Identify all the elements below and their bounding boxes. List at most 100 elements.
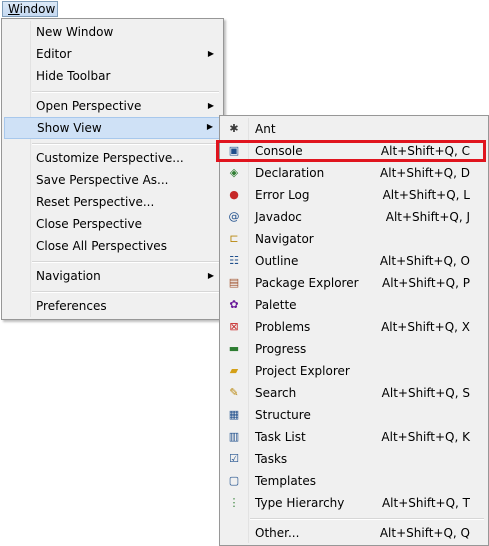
view-item-label: Palette [255,298,297,312]
menu-item-label: Editor [36,47,72,61]
view-item-package-explorer[interactable]: ▤ Package Explorer Alt+Shift+Q, P [222,272,486,294]
outline-icon: ☷ [229,254,239,267]
type-hierarchy-icon: ⋮ [228,496,240,509]
view-item-shortcut: Alt+Shift+Q, J [385,210,470,224]
view-item-shortcut: Alt+Shift+Q, D [380,166,470,180]
menu-item-label: Customize Perspective... [36,151,184,165]
view-item-other[interactable]: Other... Alt+Shift+Q, Q [222,522,486,544]
view-item-label: Declaration [255,166,325,180]
view-item-label: Navigator [255,232,314,246]
view-item-shortcut: Alt+Shift+Q, O [379,254,470,268]
view-item-label: Other... [255,526,300,540]
menu-separator [32,143,219,145]
search-icon: ✎ [229,386,239,399]
submenu-arrow-icon: ▶ [207,101,214,110]
progress-icon: ▬ [228,342,240,355]
menu-item-editor[interactable]: Editor ▶ [4,43,221,65]
error-log-icon: ● [229,188,239,201]
menu-item-reset-perspective[interactable]: Reset Perspective... [4,191,221,213]
view-item-outline[interactable]: ☷ Outline Alt+Shift+Q, O [222,250,486,272]
view-item-ant[interactable]: ✱ Ant [222,118,486,140]
menu-item-close-all-perspectives[interactable]: Close All Perspectives [4,235,221,257]
menu-item-customize-perspective[interactable]: Customize Perspective... [4,147,221,169]
menu-item-label: Navigation [36,269,101,283]
view-item-label: Error Log [255,188,310,202]
view-item-label: Task List [255,430,306,444]
view-item-progress[interactable]: ▬ Progress [222,338,486,360]
console-highlight-box [216,140,486,162]
structure-icon: ▦ [228,408,240,421]
menu-item-label: New Window [36,25,114,39]
problems-icon: ⊠ [229,320,239,333]
view-item-label: Ant [255,122,276,136]
window-menu-label: indow [19,2,56,16]
view-item-error-log[interactable]: ● Error Log Alt+Shift+Q, L [222,184,486,206]
menu-item-save-perspective-as[interactable]: Save Perspective As... [4,169,221,191]
show-view-submenu: ✱ Ant ▣ Console Alt+Shift+Q, C ◈ Declara… [219,115,489,546]
window-menu-mnemonic: W [8,2,20,16]
menu-item-label: Save Perspective As... [36,173,169,187]
menu-separator [32,91,219,93]
view-item-shortcut: Alt+Shift+Q, K [381,430,470,444]
view-item-label: Project Explorer [255,364,350,378]
menu-separator [32,291,219,293]
declaration-icon: ◈ [229,166,239,179]
view-item-label: Structure [255,408,311,422]
submenu-arrow-icon: ▶ [206,122,213,131]
view-item-label: Templates [255,474,317,488]
tasks-icon: ☑ [229,452,239,465]
view-item-structure[interactable]: ▦ Structure [222,404,486,426]
view-item-shortcut: Alt+Shift+Q, S [381,386,470,400]
view-item-label: Type Hierarchy [255,496,345,510]
view-item-shortcut: Alt+Shift+Q, P [382,276,470,290]
view-item-project-explorer[interactable]: ▰ Project Explorer [222,360,486,382]
menu-item-label: Reset Perspective... [36,195,155,209]
view-item-javadoc[interactable]: @ Javadoc Alt+Shift+Q, J [222,206,486,228]
menu-item-open-perspective[interactable]: Open Perspective ▶ [4,95,221,117]
menu-item-label: Hide Toolbar [36,69,111,83]
view-item-label: Javadoc [255,210,302,224]
menu-item-label: Open Perspective [36,99,142,113]
view-item-type-hierarchy[interactable]: ⋮ Type Hierarchy Alt+Shift+Q, T [222,492,486,514]
window-menu-button[interactable]: Window [2,1,58,17]
window-menu: New Window Editor ▶ Hide Toolbar Open Pe… [1,18,224,320]
menu-item-close-perspective[interactable]: Close Perspective [4,213,221,235]
view-item-label: Problems [255,320,311,334]
menu-item-new-window[interactable]: New Window [4,21,221,43]
view-item-declaration[interactable]: ◈ Declaration Alt+Shift+Q, D [222,162,486,184]
view-item-shortcut: Alt+Shift+Q, Q [379,526,470,540]
menu-item-show-view[interactable]: Show View ▶ [4,117,221,139]
menu-item-label: Close Perspective [36,217,143,231]
menu-separator [250,518,484,520]
view-item-label: Tasks [255,452,288,466]
task-list-icon: ▥ [228,430,240,443]
menu-item-navigation[interactable]: Navigation ▶ [4,265,221,287]
view-item-tasks[interactable]: ☑ Tasks [222,448,486,470]
view-item-shortcut: Alt+Shift+Q, X [381,320,470,334]
menu-item-label: Close All Perspectives [36,239,167,253]
view-item-templates[interactable]: ▢ Templates [222,470,486,492]
menu-item-preferences[interactable]: Preferences [4,295,221,317]
view-item-label: Outline [255,254,299,268]
view-item-label: Progress [255,342,307,356]
ant-icon: ✱ [229,122,239,135]
project-explorer-icon: ▰ [229,364,239,377]
view-item-task-list[interactable]: ▥ Task List Alt+Shift+Q, K [222,426,486,448]
view-item-navigator[interactable]: ⊏ Navigator [222,228,486,250]
templates-icon: ▢ [228,474,240,487]
view-item-palette[interactable]: ✿ Palette [222,294,486,316]
menu-item-label: Preferences [36,299,107,313]
view-item-label: Package Explorer [255,276,359,290]
view-item-search[interactable]: ✎ Search Alt+Shift+Q, S [222,382,486,404]
view-item-label: Search [255,386,297,400]
submenu-arrow-icon: ▶ [207,49,214,58]
view-item-shortcut: Alt+Shift+Q, T [381,496,470,510]
view-item-shortcut: Alt+Shift+Q, L [382,188,470,202]
menu-item-label: Show View [37,121,102,135]
view-item-problems[interactable]: ⊠ Problems Alt+Shift+Q, X [222,316,486,338]
package-explorer-icon: ▤ [228,276,240,289]
submenu-arrow-icon: ▶ [207,271,214,280]
menu-separator [32,261,219,263]
palette-icon: ✿ [229,298,239,311]
menu-item-hide-toolbar[interactable]: Hide Toolbar [4,65,221,87]
